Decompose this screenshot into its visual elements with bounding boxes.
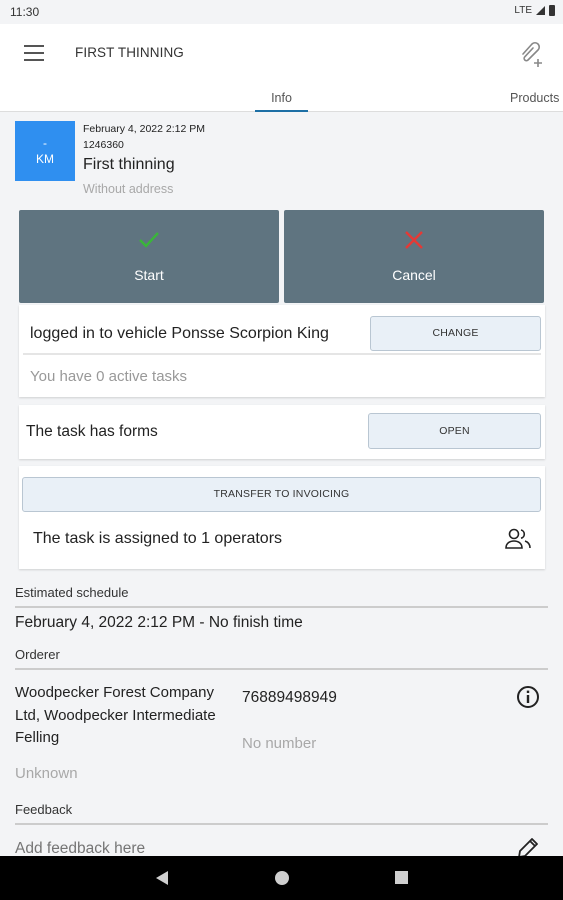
divider	[15, 606, 548, 608]
feedback-title: Feedback	[15, 802, 73, 817]
vehicle-card: logged in to vehicle Ponsse Scorpion Kin…	[19, 305, 545, 397]
feedback-input[interactable]	[15, 840, 495, 856]
attach-file-icon[interactable]	[517, 38, 545, 68]
schedule-value: February 4, 2022 2:12 PM - No finish tim…	[15, 614, 303, 631]
check-icon	[139, 232, 159, 248]
task-number: 1246360	[83, 139, 124, 151]
divider	[15, 668, 548, 670]
orderer-no-number: No number	[242, 735, 317, 752]
cancel-label: Cancel	[392, 267, 436, 283]
orderer-name: Woodpecker Forest Company Ltd, Woodpecke…	[15, 684, 216, 746]
avatar-top: -	[43, 136, 47, 150]
app-bar: FIRST THINNING	[0, 24, 563, 84]
recent-apps-icon[interactable]	[395, 871, 408, 884]
network-type: LTE	[514, 5, 532, 16]
cancel-button[interactable]: Cancel	[284, 210, 544, 303]
forms-card: The task has forms OPEN	[19, 405, 545, 459]
operators-icon[interactable]	[504, 527, 532, 551]
vehicle-text: logged in to vehicle Ponsse Scorpion Kin…	[30, 325, 329, 342]
home-icon[interactable]	[275, 871, 289, 885]
schedule-title: Estimated schedule	[15, 585, 129, 600]
status-indicators: LTE	[514, 5, 555, 16]
task-detail[interactable]: - KM February 4, 2022 2:12 PM 1246360 Fi…	[0, 112, 563, 856]
open-forms-button[interactable]: OPEN	[368, 413, 541, 449]
task-name: First thinning	[83, 156, 175, 173]
task-address: Without address	[83, 182, 174, 196]
status-bar: 11:30 LTE	[0, 0, 563, 24]
task-date: February 4, 2022 2:12 PM	[83, 123, 205, 135]
start-button[interactable]: Start	[19, 210, 279, 303]
orderer-phone[interactable]: 76889498949	[242, 689, 337, 707]
assigned-operators-text: The task is assigned to 1 operators	[33, 530, 283, 547]
signal-icon	[536, 6, 545, 15]
change-vehicle-button[interactable]: CHANGE	[370, 316, 541, 351]
back-icon[interactable]	[156, 871, 168, 885]
tab-products[interactable]: Products	[510, 91, 559, 105]
start-label: Start	[134, 267, 164, 283]
divider	[15, 823, 548, 825]
status-time: 11:30	[10, 5, 40, 19]
info-icon[interactable]	[516, 685, 540, 709]
avatar: - KM	[15, 121, 75, 181]
transfer-to-invoicing-button[interactable]: TRANSFER TO INVOICING	[22, 477, 541, 512]
menu-icon[interactable]	[24, 45, 44, 61]
divider	[23, 353, 541, 355]
active-tasks-text: You have 0 active tasks	[30, 368, 188, 385]
close-icon	[405, 231, 423, 249]
avatar-initials: KM	[36, 152, 54, 166]
page-title: FIRST THINNING	[75, 45, 184, 60]
invoicing-card: TRANSFER TO INVOICING The task is assign…	[19, 466, 545, 569]
tab-info[interactable]: Info	[255, 91, 308, 105]
forms-text: The task has forms	[26, 423, 158, 440]
tab-bar: Info Products	[0, 84, 563, 112]
battery-icon	[549, 5, 555, 16]
edit-icon[interactable]	[515, 835, 541, 856]
orderer-title: Orderer	[15, 647, 60, 662]
system-nav-bar	[0, 856, 563, 900]
orderer-unknown: Unknown	[15, 765, 78, 782]
